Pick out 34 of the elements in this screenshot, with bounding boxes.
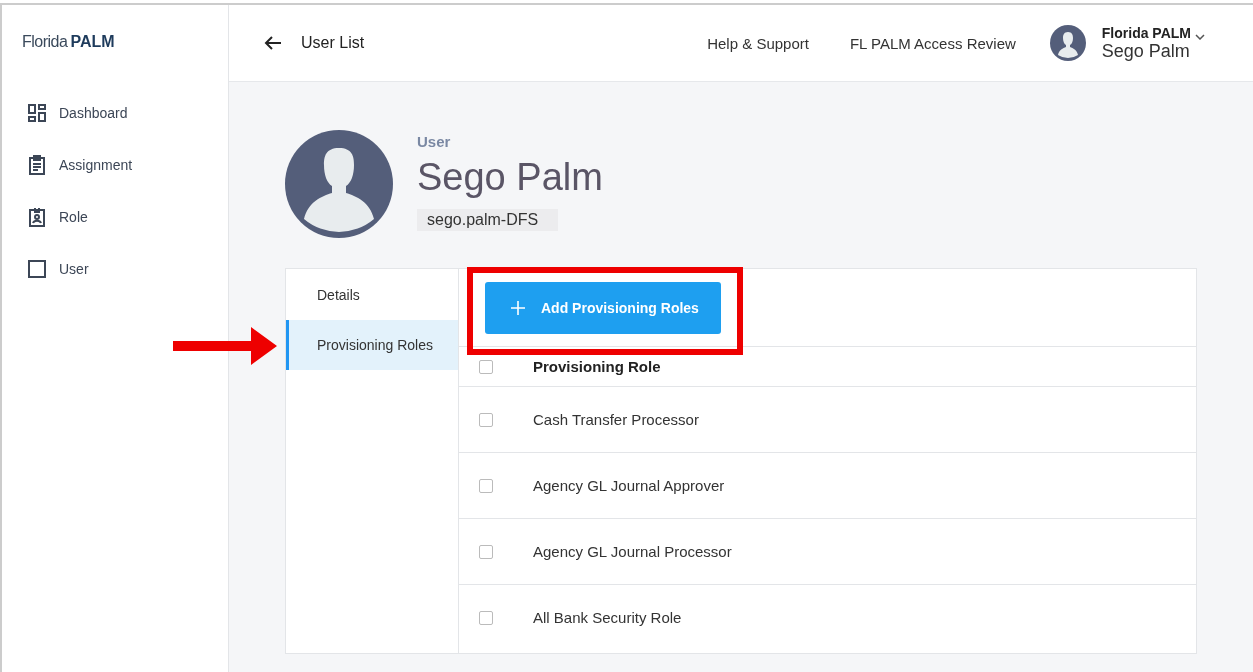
header-link[interactable]: FL PALM Access Review [849,34,1016,52]
username-tag: sego.palm-DFS [417,209,559,231]
plus-icon [511,301,525,315]
checkbox[interactable] [479,610,493,625]
checkbox[interactable] [479,478,493,493]
logo-text: Florida [22,33,68,51]
sidebar-item[interactable]: Role [2,191,228,243]
table-cell: Cash Transfer Processor [533,411,699,428]
column-header: Provisioning Role [533,358,661,375]
profile-caption: User [417,133,451,150]
clipboard-icon [27,155,47,175]
table-cell: Agency GL Journal Approver [533,477,725,494]
checkbox[interactable] [479,359,493,374]
checkbox[interactable] [479,544,493,559]
chevron-down-icon[interactable] [1195,34,1205,40]
id-badge-icon [27,207,47,227]
account-name: Sego Palm [1101,40,1191,62]
logo-brand: PALM [70,33,115,51]
sidebar-item[interactable]: Assignment [2,139,228,191]
avatar-icon [285,130,393,238]
tab[interactable]: Provisioning Roles [286,320,458,370]
table-cell: Agency GL Journal Processor [533,543,732,560]
avatar-icon[interactable] [1049,25,1086,61]
page-title: User List [301,34,365,52]
sidebar-item[interactable]: User [2,243,228,295]
checkbox[interactable] [479,412,493,427]
tab[interactable]: Details [286,270,458,320]
sidebar-item[interactable]: Dashboard [2,87,228,139]
user-name: Sego Palm [417,156,603,199]
account-org: Florida PALM [1101,24,1191,41]
square-icon [27,259,47,279]
header-link[interactable]: Help & Support [707,34,809,52]
table-cell: All Bank Security Role [533,609,682,626]
dashboard-icon [27,103,47,123]
